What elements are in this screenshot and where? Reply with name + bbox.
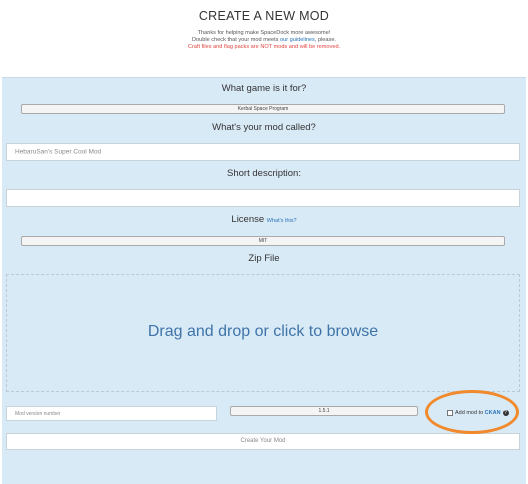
license-select[interactable]: MIT (21, 236, 505, 246)
guidelines-prefix: Double check that your mod meets (192, 37, 280, 43)
warning-text: Craft files and flag packs are NOT mods … (187, 44, 341, 50)
guidelines-suffix: , please. (314, 37, 336, 43)
mod-name-label: What's your mod called? (212, 122, 316, 133)
license-label-row: License What's this? (2, 214, 526, 225)
intro-thanks-text: Thanks for helping make SpaceDock more a… (197, 30, 331, 36)
license-label: License (231, 214, 265, 225)
ckan-link[interactable]: CKAN (485, 410, 501, 416)
game-version-select[interactable]: 1.5.1 (230, 406, 418, 416)
add-to-ckan-option[interactable]: Add mod to CKAN? (447, 409, 517, 418)
description-label: Short description: (227, 168, 301, 179)
game-label: What game is it for? (221, 83, 307, 94)
game-select[interactable]: Kerbal Space Program (21, 104, 505, 114)
page-title: CREATE A NEW MOD (198, 9, 330, 23)
add-to-ckan-label: Add mod to (455, 410, 485, 416)
add-to-ckan-checkbox[interactable] (447, 409, 453, 416)
guidelines-link[interactable]: our guidelines (280, 37, 315, 43)
mod-version-input[interactable]: Mod version number (6, 406, 217, 421)
help-icon[interactable]: ? (502, 409, 509, 416)
description-input[interactable] (6, 189, 520, 207)
zip-file-label: Zip File (248, 253, 280, 264)
license-help-link[interactable]: What's this? (267, 218, 297, 224)
zip-dropzone[interactable]: Drag and drop or click to browse (6, 274, 520, 392)
mod-name-placeholder: HebaruSan's Super Cool Mod (15, 148, 102, 156)
mod-version-placeholder: Mod version number (15, 410, 61, 417)
create-mod-button[interactable]: Create Your Mod (6, 433, 520, 450)
mod-name-input[interactable]: HebaruSan's Super Cool Mod (6, 143, 520, 161)
create-mod-form: What game is it for? Kerbal Space Progra… (2, 77, 526, 484)
dropzone-text: Drag and drop or click to browse (147, 323, 379, 340)
intro-guidelines-text: Double check that your mod meets our gui… (0, 37, 528, 44)
